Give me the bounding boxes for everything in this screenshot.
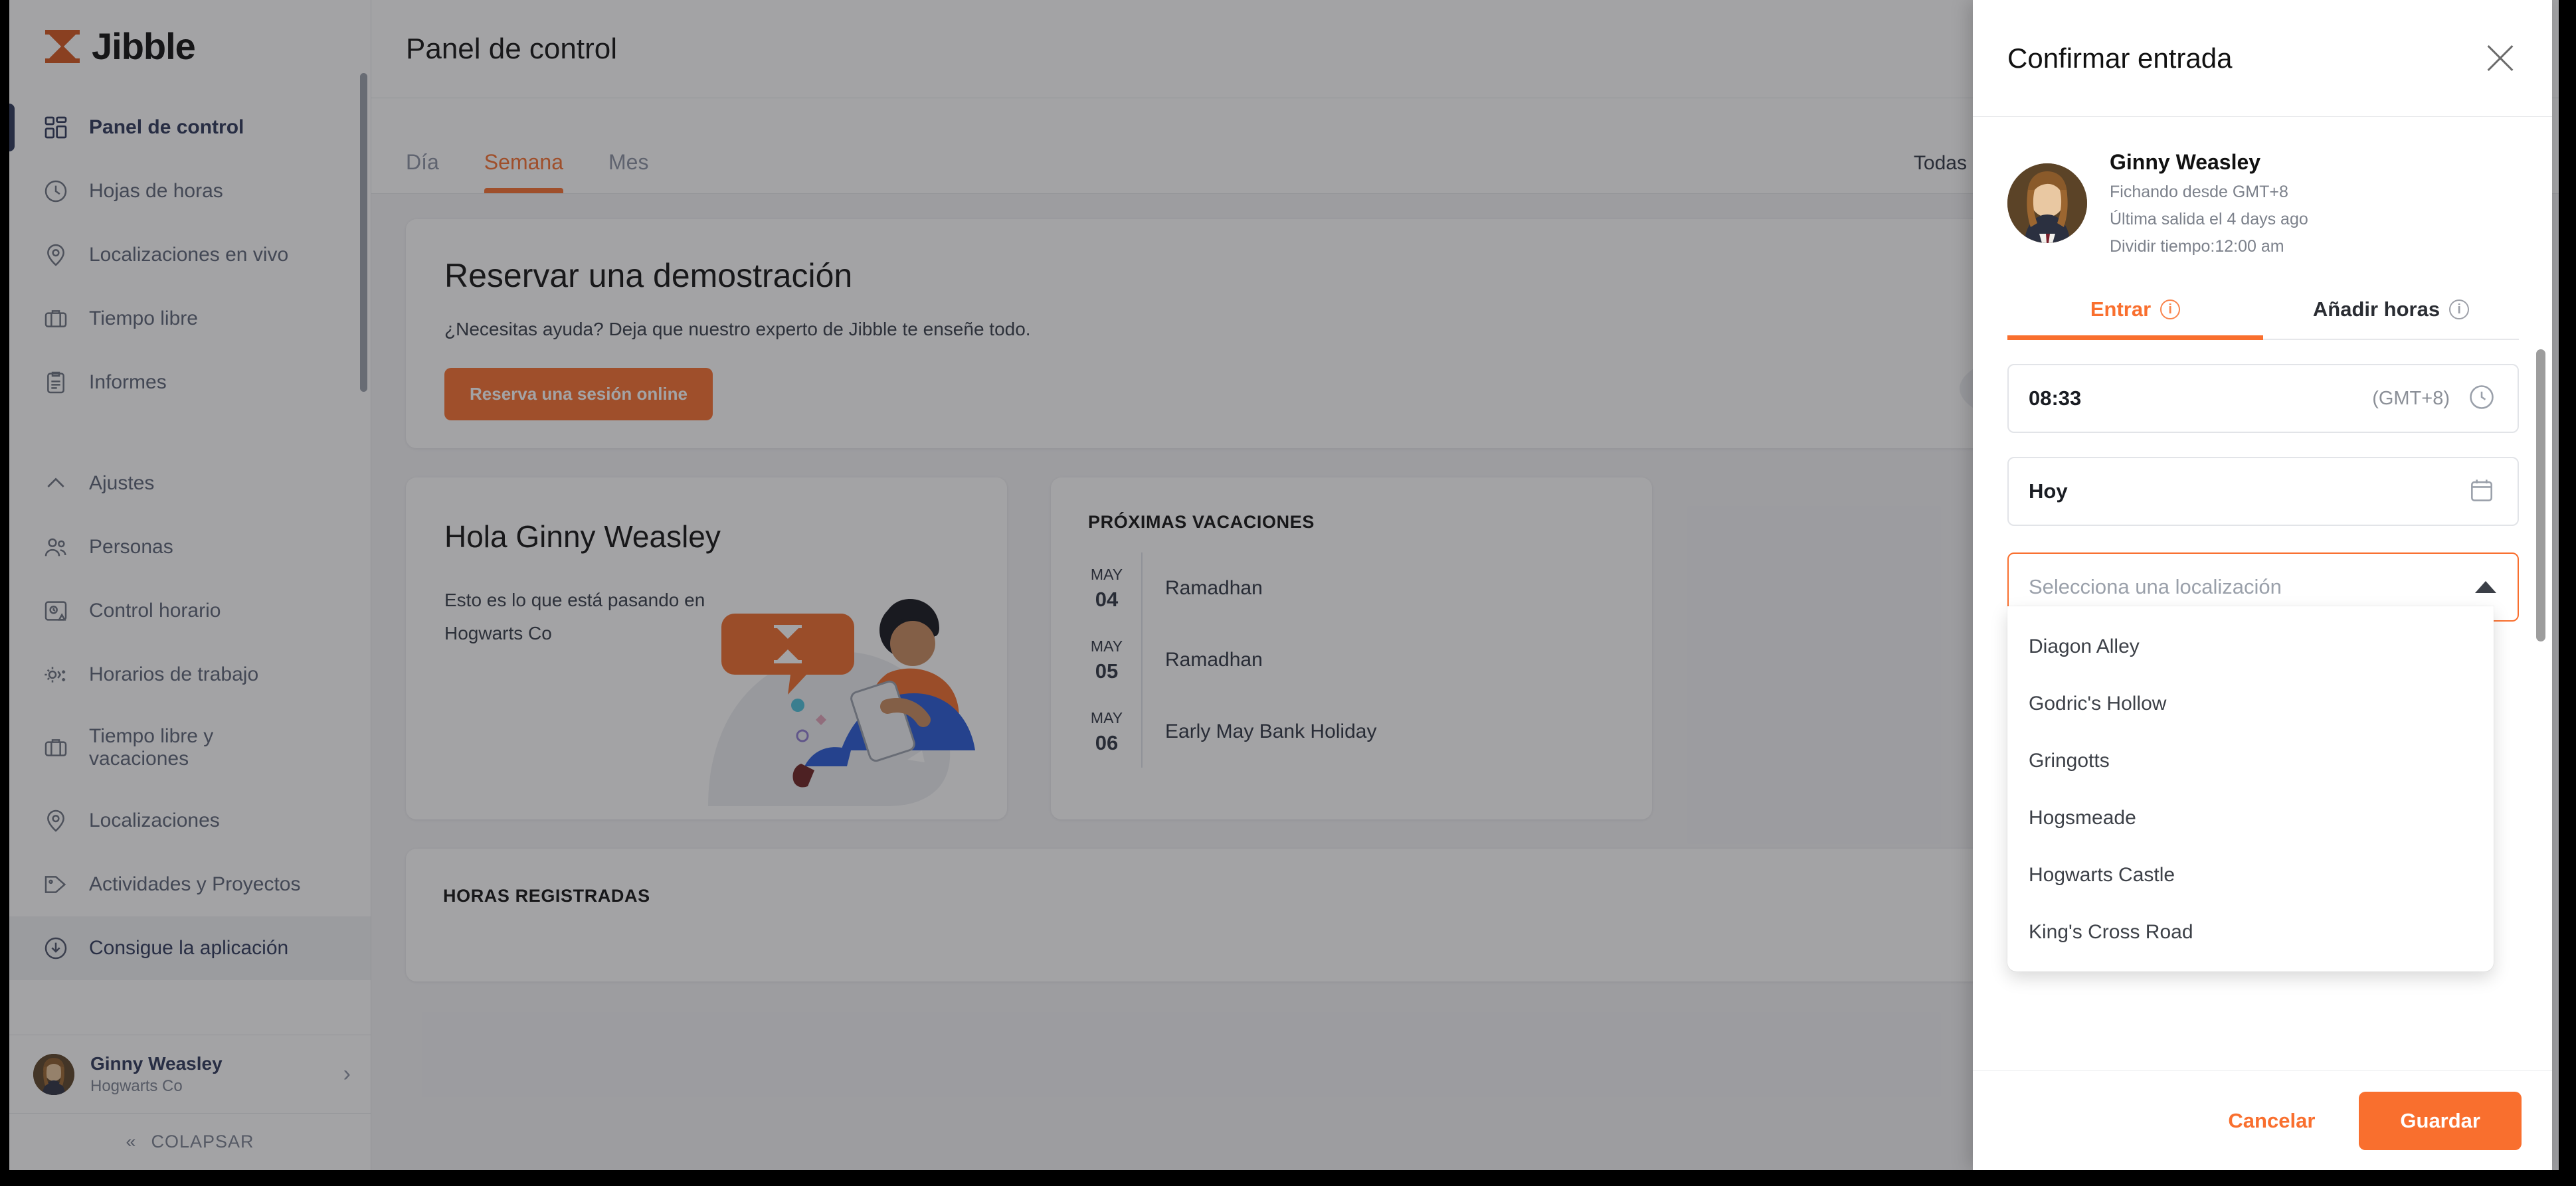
list-item[interactable]: Diagon Alley	[2007, 618, 2494, 675]
location-field-right	[2475, 581, 2496, 593]
info-icon[interactable]: i	[2160, 299, 2181, 319]
location-dropdown[interactable]: Diagon Alley Godric's Hollow Gringotts H…	[2007, 606, 2494, 972]
date-field-right	[2467, 475, 2496, 508]
time-field-right: (GMT+8)	[2372, 382, 2496, 415]
modal-tabs: Entrar i Añadir horas i	[2007, 286, 2519, 340]
list-item[interactable]: Gringotts	[2007, 732, 2494, 790]
time-value: 08:33	[2029, 386, 2082, 410]
list-item[interactable]: Hogwarts Castle	[2007, 847, 2494, 904]
date-input[interactable]: Hoy	[2007, 457, 2519, 526]
date-value: Hoy	[2029, 479, 2068, 503]
caret-up-icon[interactable]	[2475, 581, 2496, 593]
modal-body: Ginny Weasley Fichando desde GMT+8 Últim…	[1973, 117, 2552, 1070]
list-item[interactable]: Hogsmeade	[2007, 790, 2494, 847]
person-split-time: Dividir tiempo:12:00 am	[2110, 237, 2284, 256]
tab-anadir-horas[interactable]: Añadir horas i	[2263, 286, 2519, 339]
calendar-icon[interactable]	[2467, 475, 2496, 508]
location-placeholder: Selecciona una localización	[2029, 575, 2282, 598]
tab-label: Añadir horas	[2312, 297, 2440, 321]
close-icon[interactable]	[2482, 40, 2519, 77]
list-item[interactable]: Godric's Hollow	[2007, 675, 2494, 732]
modal-footer: Cancelar Guardar	[1973, 1070, 2552, 1170]
modal-header: Confirmar entrada	[1973, 0, 2552, 117]
modal-title: Confirmar entrada	[2007, 42, 2233, 74]
person-last-clock-out: Última salida el 4 days ago	[2110, 210, 2308, 228]
list-item[interactable]: King's Cross Road	[2007, 904, 2494, 961]
modal-scrollbar[interactable]	[2536, 349, 2545, 641]
person-details: Ginny Weasley Fichando desde GMT+8 Últim…	[2110, 150, 2308, 256]
tab-label: Entrar	[2090, 297, 2152, 321]
tab-entrar[interactable]: Entrar i	[2007, 286, 2263, 340]
save-button[interactable]: Guardar	[2359, 1091, 2522, 1150]
person-name: Ginny Weasley	[2110, 150, 2261, 174]
app-screen: Jibble Panel de control Hojas de horas L…	[9, 0, 2559, 1170]
timezone-label: (GMT+8)	[2372, 387, 2450, 409]
person-summary: Ginny Weasley Fichando desde GMT+8 Últim…	[2007, 117, 2519, 286]
info-icon[interactable]: i	[2449, 299, 2470, 319]
confirm-clock-in-modal: Confirmar entrada Ginny Weasley Fichando…	[1973, 0, 2552, 1170]
cancel-button[interactable]: Cancelar	[2208, 1094, 2335, 1147]
time-input[interactable]: 08:33 (GMT+8)	[2007, 364, 2519, 433]
avatar	[2007, 163, 2087, 243]
clock-icon[interactable]	[2467, 382, 2496, 415]
person-timezone: Fichando desde GMT+8	[2110, 183, 2288, 201]
